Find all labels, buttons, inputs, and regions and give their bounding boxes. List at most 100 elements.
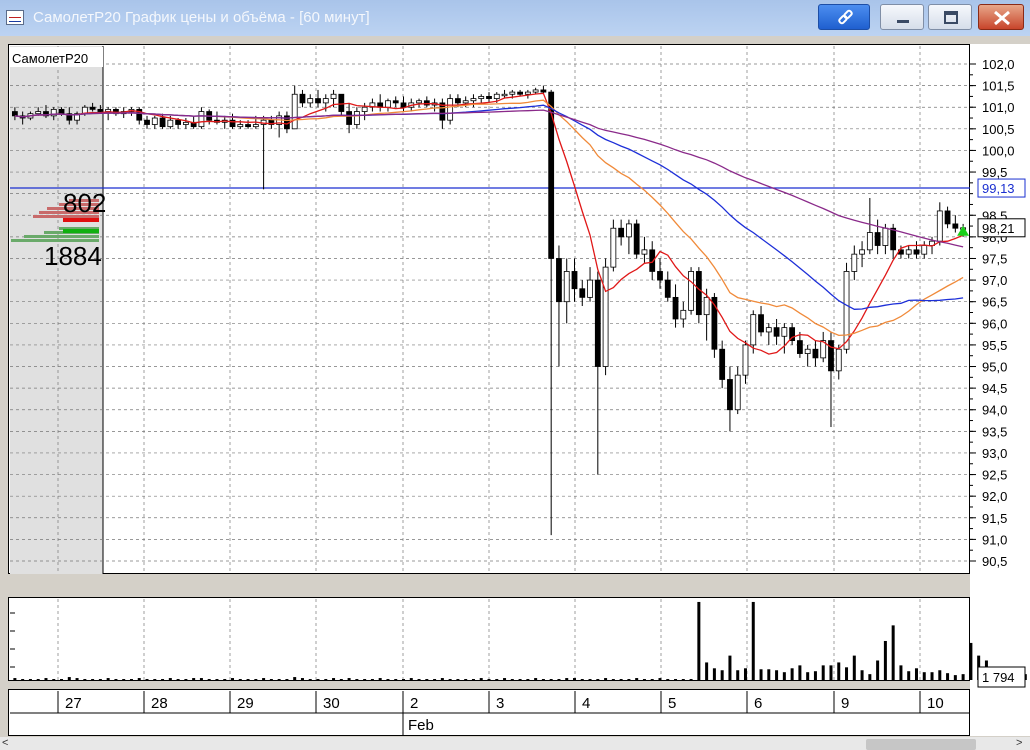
date-label: 9 — [841, 695, 849, 712]
candle-body — [944, 210, 951, 225]
candle-body — [416, 100, 422, 104]
volume-bar — [518, 679, 522, 681]
volume-bar — [223, 679, 227, 681]
price-tick-label: 92,0 — [982, 489, 1007, 504]
price-tick-label: 94,5 — [982, 381, 1007, 396]
date-label: 3 — [496, 695, 504, 712]
volume-bar — [860, 670, 864, 680]
date-axis: 27 28 29 30 2 3 4 5 6 9 10 Feb — [8, 689, 970, 736]
candle-body — [626, 223, 632, 238]
volume-bar — [161, 679, 165, 681]
horizontal-scrollbar[interactable]: < > — [0, 737, 1030, 750]
candle-body — [758, 314, 764, 333]
volume-bar — [712, 668, 716, 680]
volume-bar — [324, 679, 328, 681]
candle-body — [89, 106, 96, 110]
price-tick-label: 90,5 — [982, 554, 1007, 569]
scroll-left-arrow-icon[interactable]: < — [2, 737, 8, 749]
volume-bar — [891, 625, 895, 680]
volume-bar — [262, 678, 266, 680]
volume-bar — [922, 672, 926, 680]
volume-bar — [487, 679, 491, 681]
candle-body — [952, 223, 959, 229]
volume-bar — [13, 678, 17, 680]
volume-bar — [572, 678, 576, 680]
candle-body — [385, 100, 391, 108]
volume-bar — [883, 640, 887, 680]
candle-body — [835, 348, 842, 372]
bid-volume-bar — [63, 229, 99, 233]
volume-bar — [355, 679, 359, 681]
candle-body — [641, 249, 648, 255]
volume-bar — [425, 679, 429, 681]
volume-bar — [433, 679, 437, 681]
volume-bar — [876, 660, 880, 680]
volume-bar — [448, 679, 452, 681]
volume-bar — [751, 601, 755, 680]
volume-bar — [137, 678, 141, 680]
candle-body — [361, 106, 368, 112]
volume-bar — [642, 679, 646, 681]
volume-bar — [347, 678, 351, 680]
date-label: 30 — [323, 695, 340, 712]
candle-body — [602, 266, 609, 367]
volume-bar — [549, 679, 553, 681]
date-label: 28 — [151, 695, 168, 712]
candle-body — [182, 121, 189, 125]
volume-bar — [456, 679, 460, 681]
volume-bar — [269, 679, 273, 681]
price-tick-label: 91,5 — [982, 511, 1007, 526]
volume-bar — [580, 679, 584, 681]
price-tick-label: 97,5 — [982, 251, 1007, 266]
volume-bar — [635, 678, 639, 680]
candle-body — [252, 124, 259, 128]
candle-body — [905, 249, 912, 255]
volume-bar — [775, 670, 779, 680]
volume-bar — [246, 679, 250, 681]
candle-body — [447, 98, 454, 121]
volume-bar — [293, 677, 297, 680]
candle-body — [750, 314, 757, 346]
candle-body — [773, 327, 780, 337]
volume-bar — [868, 674, 872, 680]
price-tick-label: 95,0 — [982, 360, 1007, 375]
volume-bar — [930, 672, 934, 680]
scroll-right-arrow-icon[interactable]: > — [1016, 737, 1022, 749]
volume-bar — [129, 679, 133, 681]
price-chart-pane[interactable]: 102,0 101,5 101,0 100,5 100,0 99,5 98,5 98,0 97,… — [8, 44, 1026, 574]
volume-bar — [402, 679, 406, 681]
volume-bar — [192, 678, 196, 680]
candle-body — [11, 111, 18, 117]
volume-bar — [21, 679, 25, 681]
volume-bar — [899, 665, 903, 680]
volume-bar — [907, 671, 911, 680]
volume-bar — [953, 675, 957, 680]
candle-body — [866, 232, 873, 251]
candle-body — [167, 119, 174, 128]
volume-bar — [98, 679, 102, 681]
volume-chart-pane[interactable]: 1 794 — [8, 597, 1027, 688]
volume-bar — [479, 678, 483, 680]
volume-bar — [231, 678, 235, 680]
scroll-thumb[interactable] — [866, 739, 976, 750]
candle-body — [680, 309, 687, 320]
volume-bar — [938, 670, 942, 680]
price-tick-label: 93,0 — [982, 446, 1007, 461]
volume-bar — [705, 662, 709, 680]
volume-bar — [332, 678, 336, 680]
candle-body — [796, 340, 803, 354]
volume-bar — [689, 679, 693, 681]
price-tick-label: 94,0 — [982, 403, 1007, 418]
month-label: Feb — [408, 717, 434, 734]
volume-bar — [852, 655, 856, 680]
volume-bar — [557, 679, 561, 681]
candle-body — [657, 271, 663, 281]
candle-body — [144, 119, 150, 125]
volume-bar — [378, 678, 382, 680]
candle-body — [695, 271, 702, 316]
price-tick-label: 95,5 — [982, 338, 1007, 353]
volume-bar — [604, 678, 608, 680]
bid-volume-label: 1884 — [44, 241, 102, 271]
candle-body — [688, 271, 694, 311]
last-price-arrow-icon — [957, 225, 970, 236]
